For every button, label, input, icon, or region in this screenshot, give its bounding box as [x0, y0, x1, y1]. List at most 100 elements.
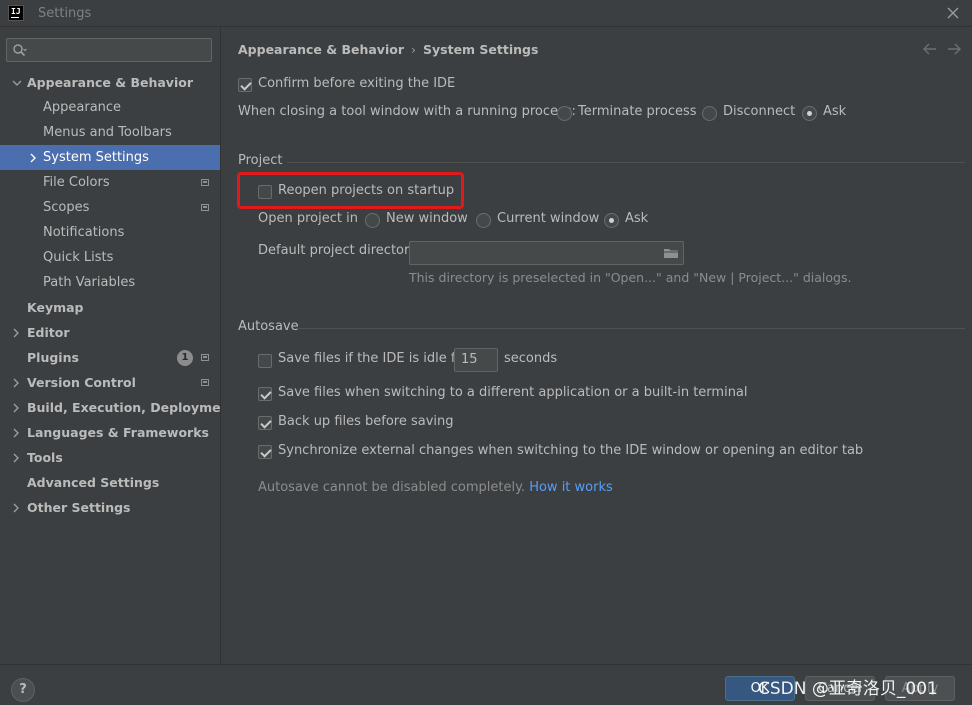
sidebar-item-label: Keymap: [27, 300, 84, 315]
sync-external-checkbox[interactable]: [258, 445, 272, 459]
chevron-right-icon[interactable]: [11, 453, 21, 463]
save-on-switch-label[interactable]: Save files when switching to a different…: [278, 385, 748, 400]
settings-search-field[interactable]: [6, 38, 212, 62]
search-input[interactable]: [33, 41, 208, 59]
sidebar-item-tools[interactable]: Tools: [0, 445, 220, 470]
open-ask-label[interactable]: Ask: [625, 211, 648, 226]
chevron-right-icon[interactable]: [11, 328, 21, 338]
sidebar-item-label: Advanced Settings: [27, 475, 160, 490]
save-on-switch-checkbox[interactable]: [258, 387, 272, 401]
project-level-icon: [201, 204, 209, 211]
backup-files-label[interactable]: Back up files before saving: [278, 414, 454, 429]
reopen-projects-checkbox[interactable]: [258, 185, 272, 199]
title-bar: IJ Settings: [0, 0, 972, 27]
sidebar-item-label: Path Variables: [43, 275, 136, 290]
sidebar-item-other-settings[interactable]: Other Settings: [0, 495, 220, 520]
section-divider: [297, 328, 965, 329]
open-ask-radio[interactable]: [604, 213, 619, 228]
current-window-label[interactable]: Current window: [497, 211, 599, 226]
chevron-right-icon[interactable]: [11, 428, 21, 438]
sidebar-item-label: Notifications: [43, 225, 125, 240]
update-count-badge: 1: [177, 350, 193, 366]
chevron-right-icon[interactable]: [11, 403, 21, 413]
sidebar-item-notifications[interactable]: Notifications: [0, 220, 220, 245]
closing-ask-label[interactable]: Ask: [823, 104, 846, 119]
close-icon[interactable]: [944, 4, 962, 22]
closing-ask-radio[interactable]: [802, 106, 817, 121]
chevron-down-icon[interactable]: [12, 78, 22, 88]
breadcrumb-current: System Settings: [423, 42, 539, 57]
sync-external-label[interactable]: Synchronize external changes when switch…: [278, 443, 863, 458]
sidebar-item-appearance[interactable]: Appearance: [0, 95, 220, 120]
project-section-title: Project: [238, 153, 283, 168]
idle-seconds-unit: seconds: [504, 351, 558, 366]
disconnect-label[interactable]: Disconnect: [723, 104, 795, 119]
breadcrumb-separator: ›: [411, 42, 416, 57]
project-level-icon: [201, 179, 209, 186]
forward-arrow-icon[interactable]: [946, 41, 962, 57]
project-level-icon: [201, 354, 209, 361]
csdn-watermark: CSDN @亚奇洛贝_001: [758, 679, 938, 699]
autosave-note: Autosave cannot be disabled completely. …: [258, 480, 613, 495]
terminate-process-label[interactable]: Terminate process: [578, 104, 697, 119]
sidebar-item-label: File Colors: [43, 175, 110, 190]
sidebar-item-quick-lists[interactable]: Quick Lists: [0, 245, 220, 270]
autosave-section-title: Autosave: [238, 319, 299, 334]
breadcrumb-parent[interactable]: Appearance & Behavior: [238, 42, 404, 57]
sidebar-item-appearance-behavior[interactable]: Appearance & Behavior: [0, 70, 220, 95]
default-directory-label: Default project directory:: [258, 243, 421, 258]
how-it-works-link[interactable]: How it works: [529, 480, 613, 495]
back-arrow-icon[interactable]: [922, 41, 938, 57]
settings-tree: Appearance & Behavior Appearance Menus a…: [0, 70, 235, 520]
save-idle-checkbox[interactable]: [258, 354, 272, 368]
sidebar-item-label: Editor: [27, 325, 70, 340]
current-window-radio[interactable]: [476, 213, 491, 228]
help-button[interactable]: ?: [11, 678, 35, 702]
sidebar-item-label: Build, Execution, Deployment: [27, 400, 236, 415]
chevron-right-icon[interactable]: [11, 503, 21, 513]
breadcrumb: Appearance & Behavior › System Settings: [238, 42, 538, 57]
sidebar-item-label: Tools: [27, 450, 63, 465]
reopen-projects-label[interactable]: Reopen projects on startup: [278, 183, 454, 198]
backup-files-checkbox[interactable]: [258, 416, 272, 430]
sidebar-item-keymap[interactable]: Keymap: [0, 295, 220, 320]
sidebar-item-path-variables[interactable]: Path Variables: [0, 270, 220, 295]
settings-content: Appearance & Behavior › System Settings Co…: [220, 28, 972, 664]
window-title: Settings: [38, 6, 92, 21]
new-window-radio[interactable]: [365, 213, 380, 228]
sidebar-item-file-colors[interactable]: File Colors: [0, 170, 220, 195]
sidebar-item-languages-frameworks[interactable]: Languages & Frameworks: [0, 420, 220, 445]
closing-tool-window-label: When closing a tool window with a runnin…: [238, 104, 576, 119]
sidebar-item-build-execution-deployment[interactable]: Build, Execution, Deployment: [0, 395, 235, 420]
default-directory-field[interactable]: [409, 241, 684, 265]
chevron-right-icon[interactable]: [28, 153, 38, 163]
sidebar-item-plugins[interactable]: Plugins 1: [0, 345, 220, 370]
confirm-exit-label[interactable]: Confirm before exiting the IDE: [258, 76, 455, 91]
terminate-process-radio[interactable]: [557, 106, 572, 121]
folder-browse-icon[interactable]: [663, 245, 679, 261]
sidebar-item-menus-toolbars[interactable]: Menus and Toolbars: [0, 120, 220, 145]
sidebar-item-label: Version Control: [27, 375, 136, 390]
disconnect-radio[interactable]: [702, 106, 717, 121]
chevron-right-icon[interactable]: [11, 378, 21, 388]
settings-sidebar: Appearance & Behavior Appearance Menus a…: [0, 28, 235, 664]
sidebar-item-label: Plugins: [27, 350, 79, 365]
sidebar-item-scopes[interactable]: Scopes: [0, 195, 220, 220]
confirm-exit-checkbox[interactable]: [238, 78, 252, 92]
autosave-note-text: Autosave cannot be disabled completely.: [258, 480, 526, 495]
sidebar-item-label: Appearance: [43, 100, 122, 115]
project-level-icon: [201, 379, 209, 386]
save-idle-label[interactable]: Save files if the IDE is idle for: [278, 351, 469, 366]
sidebar-item-label: Other Settings: [27, 500, 131, 515]
sidebar-item-editor[interactable]: Editor: [0, 320, 220, 345]
sidebar-item-version-control[interactable]: Version Control: [0, 370, 220, 395]
section-divider: [287, 162, 965, 163]
new-window-label[interactable]: New window: [386, 211, 468, 226]
sidebar-item-label: Menus and Toolbars: [43, 125, 172, 140]
idle-seconds-input[interactable]: 15: [454, 348, 498, 372]
sidebar-item-advanced-settings[interactable]: Advanced Settings: [0, 470, 220, 495]
search-icon: [13, 44, 27, 57]
sidebar-item-system-settings[interactable]: System Settings: [0, 145, 220, 170]
open-project-in-label: Open project in: [258, 211, 358, 226]
default-directory-hint: This directory is preselected in "Open..…: [409, 270, 852, 285]
